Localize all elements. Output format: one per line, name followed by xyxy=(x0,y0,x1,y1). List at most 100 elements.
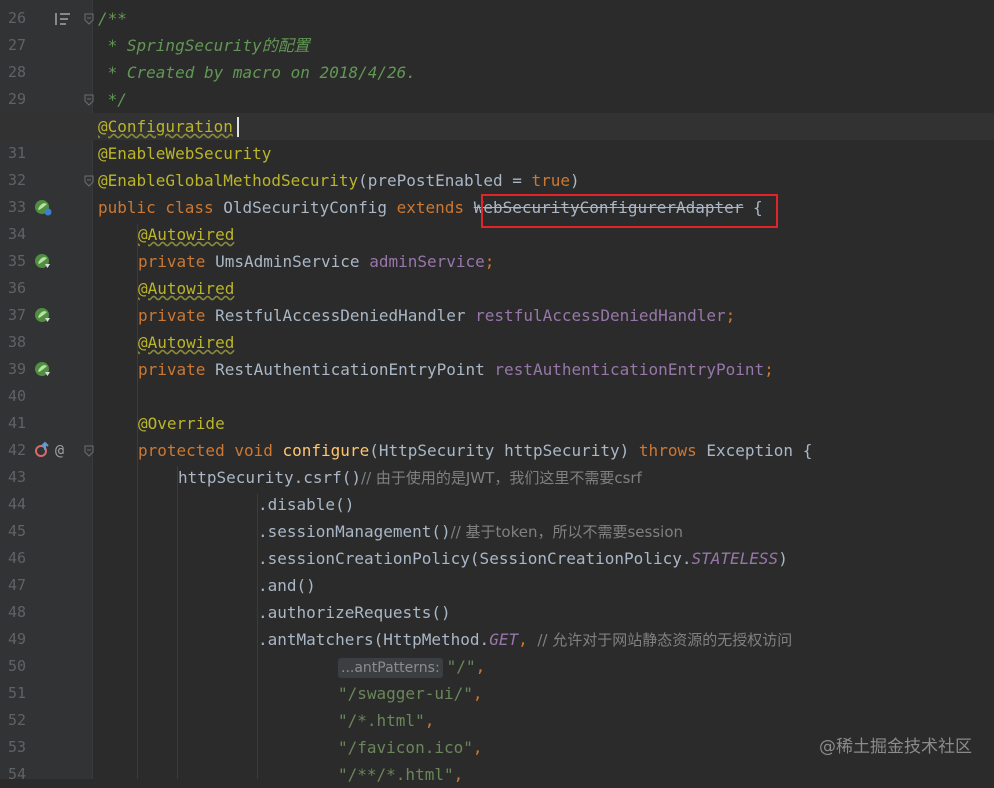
code-line[interactable]: httpSecurity.csrf()// 由于使用的是JWT，我们这里不需要c… xyxy=(0,464,994,491)
method-modifiers: protected void xyxy=(138,441,283,460)
code-line[interactable]: ...antPatterns: "/", xyxy=(0,653,994,680)
field-type: UmsAdminService xyxy=(215,252,370,271)
code-line[interactable]: .authorizeRequests() xyxy=(0,599,994,626)
true-literal: true xyxy=(531,171,571,190)
paren-close: ) xyxy=(778,549,788,568)
code-line[interactable]: "/**/*.html", xyxy=(0,761,994,788)
code-text: @EnableGlobalMethodSecurity(prePostEnabl… xyxy=(98,167,580,194)
code-text: ...antPatterns: "/", xyxy=(338,653,485,680)
code-line[interactable]: .sessionCreationPolicy(SessionCreationPo… xyxy=(0,545,994,572)
paren-close: ) xyxy=(570,171,580,190)
line-comment: // 允许对于网站静态资源的无授权访问 xyxy=(537,631,793,649)
indent-guide xyxy=(257,494,258,779)
semicolon: ; xyxy=(764,360,774,379)
code-line[interactable]: @EnableWebSecurity xyxy=(0,140,994,167)
semicolon: ; xyxy=(484,252,495,271)
string-literal: "/favicon.ico" xyxy=(338,738,473,757)
code-line[interactable]: protected void configure(HttpSecurity ht… xyxy=(0,437,994,464)
doc-comment: /** xyxy=(98,9,127,28)
code-line[interactable]: .disable() xyxy=(0,491,994,518)
extends-keyword: extends xyxy=(396,198,474,217)
enable-web-security-annotation: @EnableWebSecurity xyxy=(98,144,272,163)
stateless-constant: STATELESS xyxy=(691,549,779,568)
code-line[interactable]: * SpringSecurity的配置 xyxy=(0,32,994,59)
and-call: .and() xyxy=(258,576,316,595)
code-line[interactable]: private UmsAdminService adminService; xyxy=(0,248,994,275)
indent-guide xyxy=(177,466,178,779)
configuration-annotation: @Configuration xyxy=(98,117,233,136)
code-line[interactable]: private RestAuthenticationEntryPoint res… xyxy=(0,356,994,383)
code-text: /** xyxy=(98,5,127,32)
code-line[interactable] xyxy=(0,383,994,410)
private-keyword: private xyxy=(138,252,216,271)
code-line[interactable]: * Created by macro on 2018/4/26. xyxy=(0,59,994,86)
comma: , xyxy=(472,738,483,757)
code-line[interactable]: @Autowired xyxy=(0,329,994,356)
comma: , xyxy=(472,684,483,703)
parameter-hint: ...antPatterns: xyxy=(338,658,443,678)
string-literal: "/**/*.html" xyxy=(338,765,454,784)
code-text: @Autowired xyxy=(138,275,234,302)
code-text: @Autowired xyxy=(138,329,234,356)
class-name: OldSecurityConfig xyxy=(223,198,397,217)
code-text: private RestfulAccessDeniedHandler restf… xyxy=(138,302,735,329)
semicolon: ; xyxy=(725,306,736,325)
code-text: @Configuration xyxy=(98,113,233,140)
doc-comment: */ xyxy=(98,90,127,109)
ant-matchers-call: .antMatchers(HttpMethod. xyxy=(258,630,490,649)
text-caret xyxy=(237,117,239,137)
highlight-box xyxy=(481,194,778,228)
code-text: .authorizeRequests() xyxy=(258,599,451,626)
code-text: */ xyxy=(98,86,127,113)
session-policy-call: .sessionCreationPolicy(SessionCreationPo… xyxy=(258,549,692,568)
class-modifiers: public class xyxy=(98,198,224,217)
private-keyword: private xyxy=(138,360,216,379)
code-line[interactable]: @Override xyxy=(0,410,994,437)
autowired-annotation: @Autowired xyxy=(138,279,235,298)
code-line[interactable]: "/*.html", xyxy=(0,707,994,734)
code-text: "/*.html", xyxy=(338,707,434,734)
watermark: @稀土掘金技术社区 xyxy=(819,737,972,757)
code-line[interactable]: .sessionManagement()// 基于token，所以不需要sess… xyxy=(0,518,994,545)
code-text: * SpringSecurity的配置 xyxy=(98,32,310,59)
code-text: private RestAuthenticationEntryPoint res… xyxy=(138,356,774,383)
string-literal: "/*.html" xyxy=(338,711,425,730)
override-annotation: @Override xyxy=(138,414,225,433)
disable-call: .disable() xyxy=(258,495,355,514)
code-text: httpSecurity.csrf()// 由于使用的是JWT，我们这里不需要c… xyxy=(178,464,642,492)
method-params: (HttpSecurity httpSecurity) xyxy=(369,441,639,460)
doc-comment: * SpringSecurity的配置 xyxy=(98,36,310,55)
code-line[interactable]: */ xyxy=(0,86,994,113)
code-text: protected void configure(HttpSecurity ht… xyxy=(138,437,812,464)
code-line[interactable]: .and() xyxy=(0,572,994,599)
line-comment: // 由于使用的是JWT，我们这里不需要csrf xyxy=(361,469,642,487)
code-text: @EnableWebSecurity xyxy=(98,140,271,167)
session-management-call: .sessionManagement() xyxy=(258,522,451,541)
code-text: .sessionManagement()// 基于token，所以不需要sess… xyxy=(258,518,683,546)
comma: , xyxy=(475,657,486,676)
code-line[interactable]: @EnableGlobalMethodSecurity(prePostEnabl… xyxy=(0,167,994,194)
comma: , xyxy=(518,630,538,649)
field-name: adminService xyxy=(369,252,485,271)
code-line[interactable]: /** xyxy=(0,5,994,32)
field-type: RestAuthenticationEntryPoint xyxy=(215,360,495,379)
code-line[interactable]: @Configuration xyxy=(0,113,994,140)
code-text: "/swagger-ui/", xyxy=(338,680,483,707)
code-text: .sessionCreationPolicy(SessionCreationPo… xyxy=(258,545,788,572)
code-line[interactable]: .antMatchers(HttpMethod.GET, // 允许对于网站静态… xyxy=(0,626,994,653)
private-keyword: private xyxy=(138,306,216,325)
throws-keyword: throws xyxy=(638,441,707,460)
csrf-call: httpSecurity.csrf() xyxy=(178,468,362,487)
annotation-args: (prePostEnabled = xyxy=(358,171,532,190)
code-text: @Autowired xyxy=(138,221,234,248)
comma: , xyxy=(424,711,435,730)
code-text: .and() xyxy=(258,572,316,599)
code-line[interactable]: @Autowired xyxy=(0,275,994,302)
code-text: @Override xyxy=(138,410,225,437)
string-literal: "/" xyxy=(446,657,476,676)
code-line[interactable]: private RestfulAccessDeniedHandler restf… xyxy=(0,302,994,329)
exception-type: Exception { xyxy=(706,441,813,460)
code-line[interactable]: "/swagger-ui/", xyxy=(0,680,994,707)
code-text: .antMatchers(HttpMethod.GET, // 允许对于网站静态… xyxy=(258,626,792,654)
indent-guide xyxy=(137,224,138,779)
